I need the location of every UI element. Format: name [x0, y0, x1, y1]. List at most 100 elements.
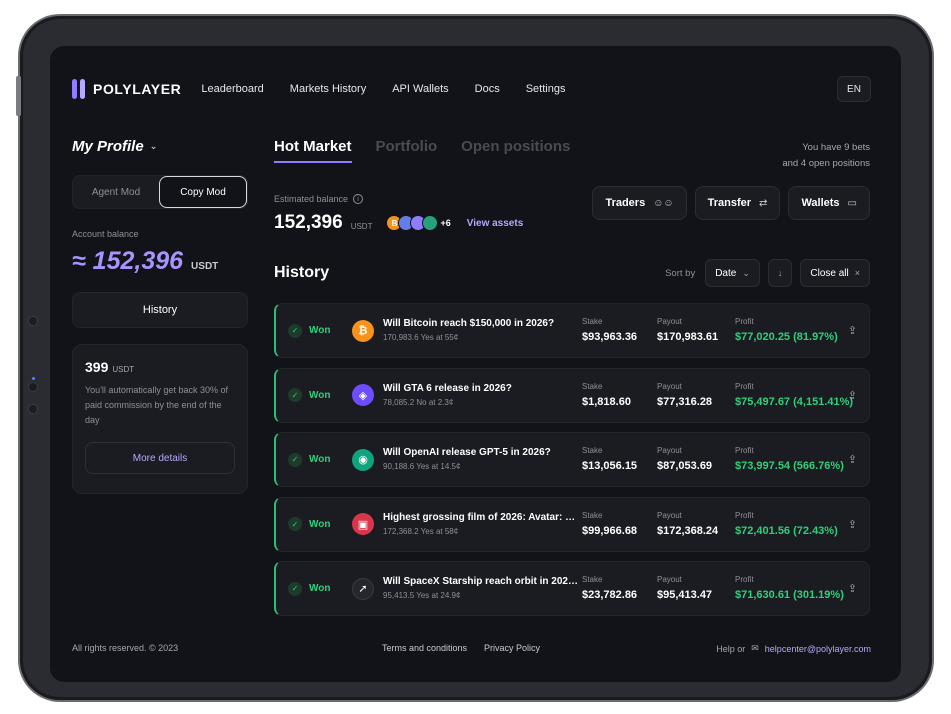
close-all-label: Close all [810, 267, 849, 279]
estimated-balance-value: 152,396 [274, 212, 343, 233]
payout-col: Payout $87,053.69 [657, 446, 712, 472]
share-icon[interactable]: ⇪ [848, 324, 857, 337]
won-badge: ✓ Won [288, 323, 330, 338]
status-text: Won [309, 454, 331, 465]
copy-mode-button[interactable]: Copy Mod [159, 176, 247, 208]
transfer-button[interactable]: Transfer ⇄ [694, 186, 781, 220]
bets-count: You have 9 bets [802, 142, 870, 153]
history-row[interactable]: ✓ Won ◉ Will OpenAI release GPT-5 in 2026… [274, 432, 870, 487]
close-all-button[interactable]: Close all × [800, 259, 870, 287]
history-row[interactable]: ✓ Won ➚ Will SpaceX Starship reach orbit … [274, 561, 870, 616]
more-assets-count: +6 [440, 218, 451, 228]
sort-direction-button[interactable]: ↓ [767, 259, 793, 287]
language-button[interactable]: EN [837, 76, 871, 102]
main-panel: Hot Market Portfolio Open positions You … [274, 138, 870, 616]
robot-icon: ◉ [352, 448, 374, 471]
share-icon[interactable]: ⇪ [848, 518, 857, 531]
logo-mark-icon [72, 79, 85, 99]
wallets-label: Wallets [801, 197, 840, 209]
nav-link-api-wallets[interactable]: API Wallets [392, 83, 448, 95]
status-text: Won [309, 389, 331, 401]
payout-col: Payout $170,983.61 [657, 317, 718, 343]
stake-value: $93,963.36 [582, 331, 638, 343]
won-badge: ✓ Won [288, 452, 331, 467]
estimated-balance-text: Estimated balance [274, 194, 349, 204]
help-text: Help or [716, 643, 746, 654]
history-button[interactable]: History [72, 292, 248, 328]
frame-dot [28, 382, 38, 392]
logo-text: POLYLAYER [93, 81, 182, 97]
nav-link-settings[interactable]: Settings [526, 83, 566, 95]
stake-col: Stake $93,963.36 [582, 317, 637, 343]
view-assets-link[interactable]: View assets [467, 218, 524, 229]
nav-link-markets-history[interactable]: Markets History [290, 83, 366, 95]
frame-dot [28, 404, 38, 414]
gamepad-icon: ◈ [352, 384, 374, 406]
payout-value: $170,983.61 [657, 331, 719, 343]
tab-portfolio[interactable]: Portfolio [376, 138, 438, 163]
history-row[interactable]: ✓ Won ▣ Highest grossing film of 2026: Av… [274, 496, 870, 552]
traders-button[interactable]: Traders ☺☺ [592, 186, 687, 220]
help-email-link[interactable]: helpcenter@polylayer.com [765, 644, 871, 654]
terms-link[interactable]: Terms and conditions [382, 643, 467, 653]
market-position: 90,188.6 Yes at 14.5¢ [383, 462, 461, 471]
privacy-link[interactable]: Privacy Policy [484, 643, 540, 653]
stake-label: Stake [582, 575, 603, 584]
transfer-label: Transfer [707, 197, 752, 209]
status-text: Won [309, 583, 331, 594]
info-icon[interactable]: i [353, 194, 364, 204]
share-icon[interactable]: ⇪ [848, 389, 857, 402]
payout-value: $172,368.24 [657, 524, 719, 537]
market-info: Will OpenAI release GPT-5 in 2026? 90,18… [383, 447, 579, 471]
share-icon[interactable]: ⇪ [848, 582, 857, 595]
traders-label: Traders [605, 197, 646, 209]
mode-toggle: Agent Mod Copy Mod [72, 175, 248, 209]
arrow-down-icon: ↓ [777, 268, 783, 278]
stake-label: Stake [582, 381, 603, 391]
profit-col: Profit $71,630.61 (301.19%) [735, 575, 844, 601]
market-question: Will SpaceX Starship reach orbit in 2026… [383, 576, 579, 587]
payout-label: Payout [657, 575, 682, 584]
won-badge: ✓ Won [288, 388, 330, 402]
market-position: 170,983.6 Yes at 55¢ [383, 333, 459, 342]
more-details-button[interactable]: More details [85, 442, 235, 474]
stake-label: Stake [582, 510, 603, 520]
profile-title: My Profile [72, 138, 144, 155]
mail-icon: ✉ [751, 643, 759, 653]
payout-col: Payout $95,413.47 [657, 575, 712, 601]
market-info: Will Bitcoin reach $150,000 in 2026? 170… [383, 318, 579, 342]
profile-sidebar: My Profile ⌄ Agent Mod Copy Mod Account … [72, 138, 248, 494]
account-balance: ≈ 152,396 USDT [72, 247, 248, 276]
account-balance-label: Account balance [72, 229, 139, 239]
history-row[interactable]: ✓ Won ₿ Will Bitcoin reach $150,000 in 20… [274, 303, 870, 358]
market-position: 172,368.2 Yes at 58¢ [383, 526, 459, 536]
logo[interactable]: POLYLAYER [72, 79, 181, 99]
profit-value: $77,020.25 (81.97%) [735, 331, 838, 343]
tab-open-positions[interactable]: Open positions [461, 138, 570, 163]
won-badge: ✓ Won [288, 517, 330, 531]
profile-dropdown[interactable]: My Profile ⌄ [72, 138, 248, 155]
market-question: Will OpenAI release GPT-5 in 2026? [383, 447, 551, 458]
frame-dot [28, 316, 38, 326]
tab-hot-market[interactable]: Hot Market [274, 138, 352, 163]
stake-value: $23,782.86 [582, 589, 638, 601]
stake-value: $99,966.68 [582, 524, 638, 537]
profit-col: Profit $77,020.25 (81.97%) [735, 317, 838, 343]
market-position: 95,413.5 Yes at 24.9¢ [383, 591, 461, 600]
nav-link-docs[interactable]: Docs [475, 83, 500, 95]
commission-text: You'll automatically get back 30% of pai… [85, 385, 228, 425]
wallets-button[interactable]: Wallets ▭ [788, 186, 870, 220]
nav-link-leaderboard[interactable]: Leaderboard [201, 83, 263, 95]
share-icon[interactable]: ⇪ [848, 453, 857, 466]
agent-mode-button[interactable]: Agent Mod [73, 176, 159, 208]
commission-unit: USDT [112, 365, 135, 374]
sort-select[interactable]: Date ⌄ [705, 259, 760, 287]
market-info: Highest grossing film of 2026: Avatar: F… [383, 512, 579, 536]
estimated-balance: 152,396 USDT B +6 View assets [274, 212, 523, 234]
history-row[interactable]: ✓ Won ◈ Will GTA 6 release in 2026? 78,08… [274, 367, 870, 423]
check-icon: ✓ [288, 581, 302, 596]
profit-value: $71,630.61 (301.19%) [735, 589, 844, 601]
payout-label: Payout [657, 317, 682, 326]
market-question: Will Bitcoin reach $150,000 in 2026? [383, 318, 555, 329]
asset-icons: B +6 [386, 215, 451, 231]
